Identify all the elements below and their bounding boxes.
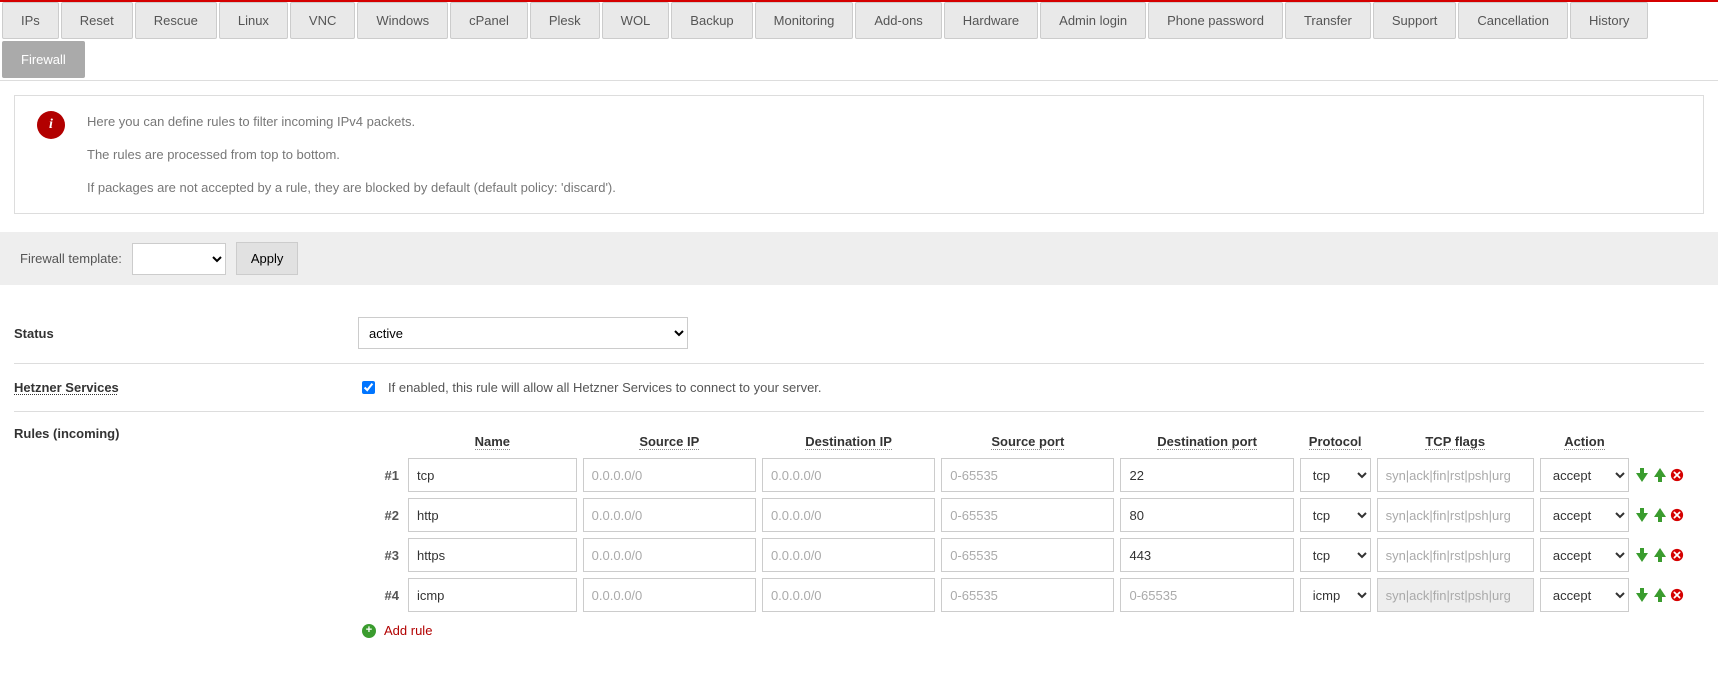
rule-dest-port-input[interactable] <box>1120 578 1293 612</box>
move-up-icon[interactable] <box>1653 587 1667 603</box>
rule-tcp-flags-input <box>1377 578 1534 612</box>
rule-dest-ip-input[interactable] <box>762 578 935 612</box>
tab-reset[interactable]: Reset <box>61 2 133 39</box>
tab-windows[interactable]: Windows <box>357 2 448 39</box>
tab-history[interactable]: History <box>1570 2 1648 39</box>
rule-source-port-input[interactable] <box>941 578 1114 612</box>
tab-linux[interactable]: Linux <box>219 2 288 39</box>
rule-action-select[interactable]: accept <box>1540 538 1629 572</box>
move-up-icon[interactable] <box>1653 547 1667 563</box>
rule-name-input[interactable] <box>408 538 577 572</box>
tab-ips[interactable]: IPs <box>2 2 59 39</box>
rule-dest-port-input[interactable] <box>1120 458 1293 492</box>
rule-protocol-select[interactable]: tcp <box>1300 498 1371 532</box>
tab-rescue[interactable]: Rescue <box>135 2 217 39</box>
delete-rule-icon[interactable] <box>1670 467 1684 483</box>
hetzner-services-checkbox[interactable] <box>362 381 375 394</box>
col-source-ip: Source IP <box>582 430 757 453</box>
rule-dest-port-input[interactable] <box>1120 538 1293 572</box>
rule-action-select[interactable]: accept <box>1540 498 1629 532</box>
status-label: Status <box>14 326 358 341</box>
rule-index: #2 <box>362 497 403 533</box>
tab-wol[interactable]: WOL <box>602 2 670 39</box>
info-line-1: Here you can define rules to filter inco… <box>87 114 616 129</box>
info-line-3: If packages are not accepted by a rule, … <box>87 180 616 195</box>
rule-name-input[interactable] <box>408 578 577 612</box>
hetzner-services-desc: If enabled, this rule will allow all Het… <box>388 380 822 395</box>
tab-admin-login[interactable]: Admin login <box>1040 2 1146 39</box>
rule-action-select[interactable]: accept <box>1540 458 1629 492</box>
rule-row: #4 icmp accept <box>362 577 1700 613</box>
rule-protocol-select[interactable]: tcp <box>1300 458 1371 492</box>
tab-vnc[interactable]: VNC <box>290 2 355 39</box>
rule-tcp-flags-input[interactable] <box>1377 498 1534 532</box>
col-name: Name <box>407 430 578 453</box>
rule-dest-port-input[interactable] <box>1120 498 1293 532</box>
rule-source-ip-input[interactable] <box>583 498 756 532</box>
tab-hardware[interactable]: Hardware <box>944 2 1038 39</box>
tab-cancellation[interactable]: Cancellation <box>1458 2 1568 39</box>
delete-rule-icon[interactable] <box>1670 507 1684 523</box>
apply-button[interactable]: Apply <box>236 242 299 275</box>
move-down-icon[interactable] <box>1635 547 1649 563</box>
firewall-template-bar: Firewall template: Apply <box>0 232 1718 285</box>
rule-source-ip-input[interactable] <box>583 538 756 572</box>
tab-add-ons[interactable]: Add-ons <box>855 2 941 39</box>
rule-protocol-select[interactable]: icmp <box>1300 578 1371 612</box>
rule-row: #3 tcp accept <box>362 537 1700 573</box>
info-icon: i <box>37 111 65 139</box>
rule-source-ip-input[interactable] <box>583 458 756 492</box>
info-box: i Here you can define rules to filter in… <box>14 95 1704 214</box>
add-rule-button[interactable]: + Add rule <box>362 623 1704 638</box>
rule-row: #2 tcp accept <box>362 497 1700 533</box>
rule-dest-ip-input[interactable] <box>762 538 935 572</box>
rule-name-input[interactable] <box>408 458 577 492</box>
tab-cpanel[interactable]: cPanel <box>450 2 528 39</box>
rule-source-port-input[interactable] <box>941 458 1114 492</box>
rule-source-port-input[interactable] <box>941 498 1114 532</box>
rule-name-input[interactable] <box>408 498 577 532</box>
add-rule-label: Add rule <box>384 623 432 638</box>
tab-firewall[interactable]: Firewall <box>2 41 85 78</box>
move-up-icon[interactable] <box>1653 507 1667 523</box>
rule-source-ip-input[interactable] <box>583 578 756 612</box>
hetzner-services-label: Hetzner Services <box>14 380 358 395</box>
rule-dest-ip-input[interactable] <box>762 498 935 532</box>
info-line-2: The rules are processed from top to bott… <box>87 147 616 162</box>
rule-index: #3 <box>362 537 403 573</box>
col-action: Action <box>1539 430 1630 453</box>
rule-action-select[interactable]: accept <box>1540 578 1629 612</box>
col-dest-port: Destination port <box>1119 430 1294 453</box>
move-down-icon[interactable] <box>1635 507 1649 523</box>
tab-support[interactable]: Support <box>1373 2 1457 39</box>
rule-protocol-select[interactable]: tcp <box>1300 538 1371 572</box>
firewall-template-label: Firewall template: <box>20 251 122 266</box>
plus-icon: + <box>362 624 376 638</box>
firewall-template-select[interactable] <box>132 243 226 275</box>
rule-tcp-flags-input[interactable] <box>1377 538 1534 572</box>
col-tcp-flags: TCP flags <box>1376 430 1535 453</box>
tab-transfer[interactable]: Transfer <box>1285 2 1371 39</box>
move-down-icon[interactable] <box>1635 587 1649 603</box>
rule-dest-ip-input[interactable] <box>762 458 935 492</box>
tab-backup[interactable]: Backup <box>671 2 752 39</box>
rules-incoming-label: Rules (incoming) <box>14 426 358 441</box>
rule-index: #1 <box>362 457 403 493</box>
tab-phone-password[interactable]: Phone password <box>1148 2 1283 39</box>
tab-monitoring[interactable]: Monitoring <box>755 2 854 39</box>
rule-source-port-input[interactable] <box>941 538 1114 572</box>
col-dest-ip: Destination IP <box>761 430 936 453</box>
status-select[interactable]: active <box>358 317 688 349</box>
rules-table: Name Source IP Destination IP Source por… <box>358 426 1704 617</box>
rule-tcp-flags-input[interactable] <box>1377 458 1534 492</box>
move-down-icon[interactable] <box>1635 467 1649 483</box>
col-protocol: Protocol <box>1299 430 1372 453</box>
delete-rule-icon[interactable] <box>1670 547 1684 563</box>
col-source-port: Source port <box>940 430 1115 453</box>
move-up-icon[interactable] <box>1653 467 1667 483</box>
delete-rule-icon[interactable] <box>1670 587 1684 603</box>
rule-index: #4 <box>362 577 403 613</box>
tab-plesk[interactable]: Plesk <box>530 2 600 39</box>
rule-row: #1 tcp accept <box>362 457 1700 493</box>
